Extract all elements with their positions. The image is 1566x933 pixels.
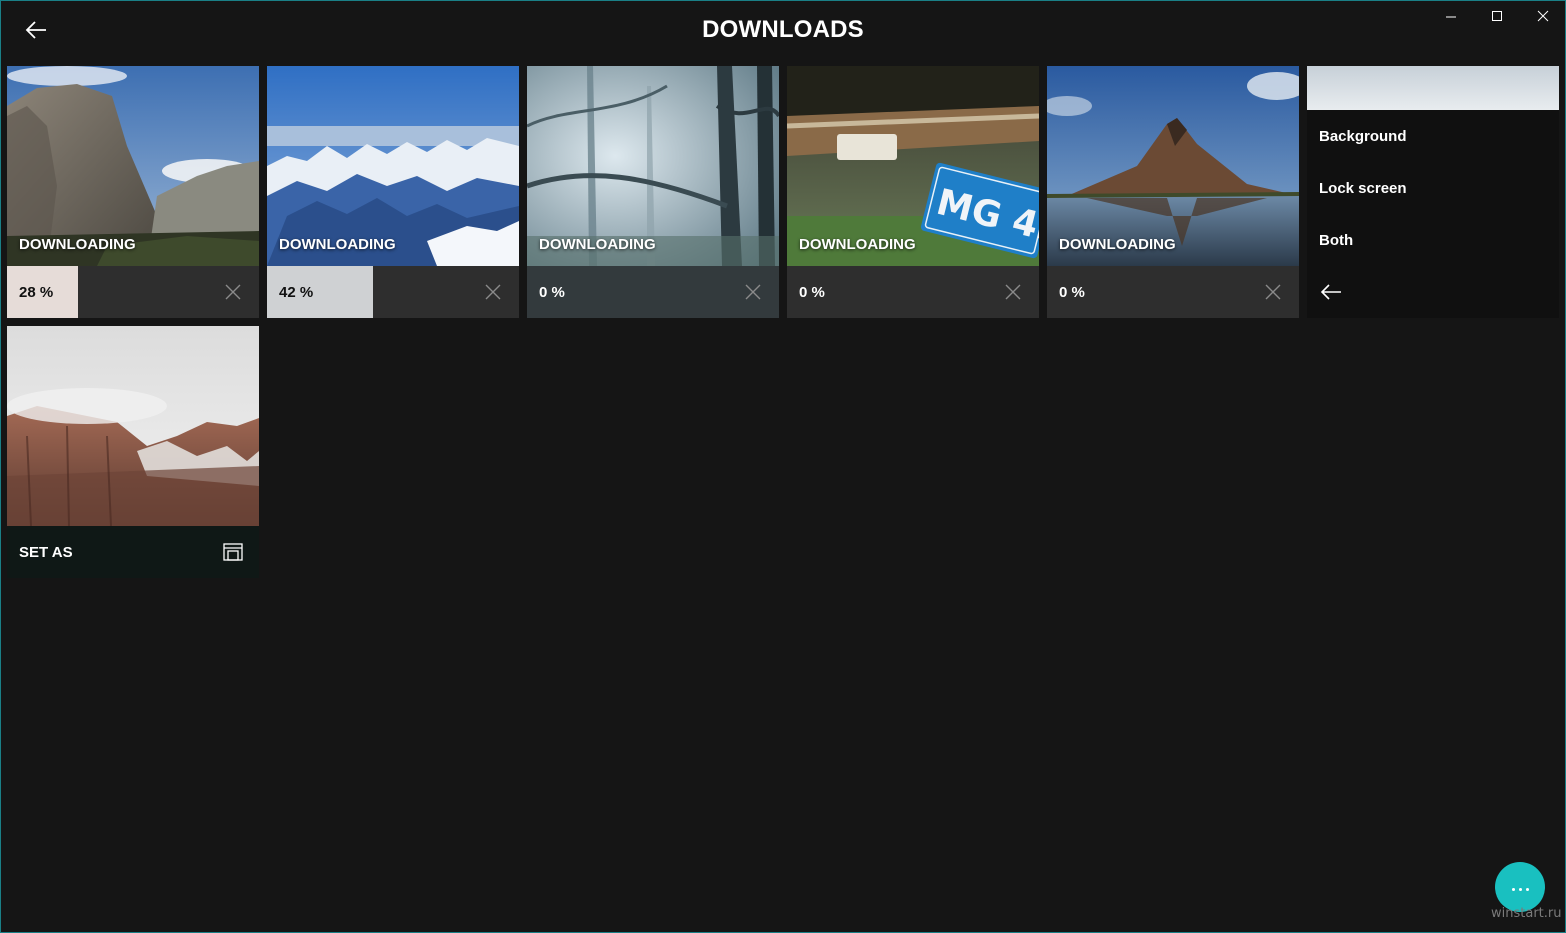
cancel-download-button[interactable] xyxy=(481,280,505,304)
download-tile[interactable]: MG 452 DOWNLOADING 0 % xyxy=(787,66,1039,318)
download-status: DOWNLOADING xyxy=(19,236,136,253)
menu-item-lock-screen[interactable]: Lock screen xyxy=(1319,180,1407,197)
download-status: DOWNLOADING xyxy=(539,236,656,253)
page-title: DOWNLOADS xyxy=(702,16,864,43)
progress-percent: 28 % xyxy=(19,284,54,301)
set-as-icon xyxy=(223,543,243,561)
progress-percent: 42 % xyxy=(279,284,314,301)
more-dots-icon xyxy=(1510,878,1531,896)
close-window-button[interactable] xyxy=(1520,0,1566,32)
progress-percent: 0 % xyxy=(1059,284,1085,301)
maximize-button[interactable] xyxy=(1474,0,1520,32)
close-icon xyxy=(225,284,241,300)
progress-percent: 0 % xyxy=(539,284,565,301)
arrow-left-icon xyxy=(1320,284,1341,300)
progress-bar: 0 % xyxy=(527,266,779,318)
menu-thumbnail-strip xyxy=(1307,66,1559,110)
window-controls xyxy=(1428,0,1566,32)
close-icon xyxy=(485,284,501,300)
progress-bar: 0 % xyxy=(1047,266,1299,318)
progress-bar: 42 % xyxy=(267,266,519,318)
more-button[interactable] xyxy=(1495,862,1545,912)
cancel-download-button[interactable] xyxy=(1001,280,1025,304)
set-as-button[interactable] xyxy=(221,540,245,564)
cancel-download-button[interactable] xyxy=(1261,280,1285,304)
close-icon xyxy=(745,284,761,300)
menu-item-background[interactable]: Background xyxy=(1319,128,1407,145)
progress-bar: 28 % xyxy=(7,266,259,318)
close-icon xyxy=(1265,284,1281,300)
download-tile[interactable]: DOWNLOADING 28 % xyxy=(7,66,259,318)
cancel-download-button[interactable] xyxy=(741,280,765,304)
close-icon xyxy=(1537,10,1549,22)
cancel-download-button[interactable] xyxy=(221,280,245,304)
download-status: DOWNLOADING xyxy=(279,236,396,253)
download-tile[interactable]: DOWNLOADING 0 % xyxy=(527,66,779,318)
set-as-menu: Background Lock screen Both xyxy=(1307,66,1559,318)
minimize-button[interactable] xyxy=(1428,0,1474,32)
menu-back-button[interactable] xyxy=(1317,278,1345,306)
progress-percent: 0 % xyxy=(799,284,825,301)
minimize-icon xyxy=(1446,16,1456,18)
maximize-icon xyxy=(1492,11,1502,21)
set-as-label: SET AS xyxy=(19,544,73,561)
completed-tile[interactable]: SET AS xyxy=(7,326,259,578)
download-tile[interactable]: DOWNLOADING 42 % xyxy=(267,66,519,318)
download-tile[interactable]: DOWNLOADING 0 % xyxy=(1047,66,1299,318)
progress-bar: 0 % xyxy=(787,266,1039,318)
watermark: winstart.ru xyxy=(1491,906,1562,921)
close-icon xyxy=(1005,284,1021,300)
menu-item-both[interactable]: Both xyxy=(1319,232,1353,249)
completed-thumbnail xyxy=(7,326,259,527)
download-status: DOWNLOADING xyxy=(1059,236,1176,253)
download-status: DOWNLOADING xyxy=(799,236,916,253)
